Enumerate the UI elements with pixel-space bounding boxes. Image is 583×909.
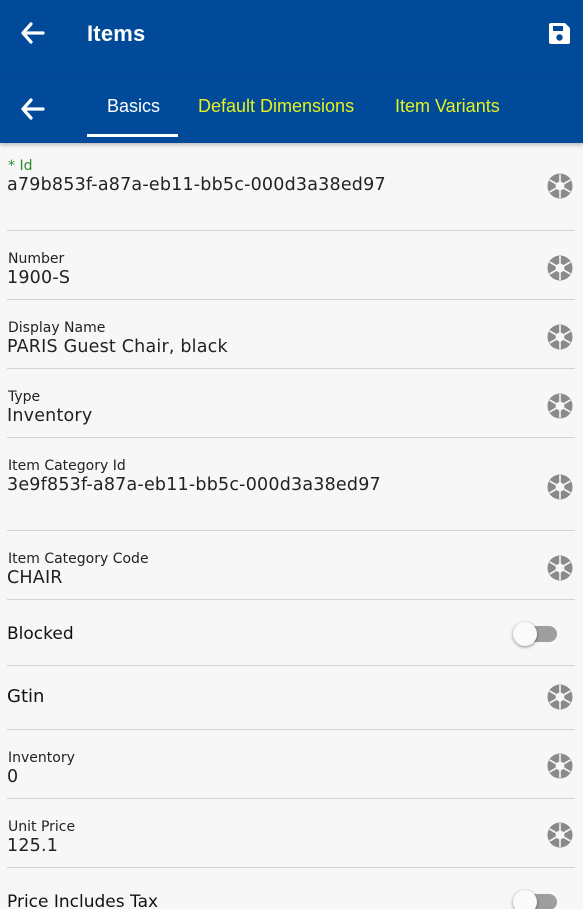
field-inventory: Inventory 0 [7, 730, 575, 799]
toggle-knob [513, 622, 537, 646]
tab-basics[interactable]: Basics [107, 96, 160, 117]
app-bar: Items [0, 0, 583, 73]
toggle-knob [513, 890, 537, 909]
aperture-icon[interactable] [547, 684, 573, 710]
page-title: Items [87, 21, 146, 46]
field-type-value[interactable]: Inventory [7, 406, 92, 426]
field-blocked-label: Blocked [7, 624, 74, 644]
aperture-icon[interactable] [547, 753, 573, 779]
tab-default-dimensions[interactable]: Default Dimensions [198, 96, 354, 117]
field-price-includes-tax-label: Price Includes Tax [7, 892, 159, 909]
aperture-icon[interactable] [547, 822, 573, 848]
field-unit-price: Unit Price 125.1 [7, 799, 575, 868]
field-id-value[interactable]: a79b853f-a87a-eb11-bb5c-000d3a38ed97 [7, 175, 386, 195]
tab-bar: Basics Default Dimensions Item Variants [0, 73, 583, 143]
field-number-label: Number [8, 251, 65, 267]
aperture-icon[interactable] [547, 255, 573, 281]
tab-back-arrow-icon[interactable] [20, 97, 46, 121]
aperture-icon[interactable] [547, 324, 573, 350]
field-gtin-label: Gtin [7, 686, 45, 707]
field-display-name-label: Display Name [8, 320, 106, 336]
field-item-category-code: Item Category Code CHAIR [7, 531, 575, 600]
field-gtin: Gtin [7, 666, 575, 730]
field-type: Type Inventory [7, 369, 575, 438]
field-blocked: Blocked [7, 600, 575, 666]
aperture-icon[interactable] [547, 173, 573, 199]
field-item-category-code-label: Item Category Code [8, 551, 149, 567]
field-number-value[interactable]: 1900-S [7, 268, 70, 288]
save-icon[interactable] [547, 21, 572, 46]
field-inventory-label: Inventory [8, 750, 75, 766]
field-type-label: Type [8, 389, 41, 405]
field-id-label: * Id [8, 158, 33, 174]
aperture-icon[interactable] [547, 393, 573, 419]
field-id: * Id a79b853f-a87a-eb11-bb5c-000d3a38ed9… [7, 143, 575, 231]
app-root: Items Basics Default Dimensions Item Var… [0, 0, 583, 909]
aperture-icon[interactable] [547, 555, 573, 581]
field-inventory-value[interactable]: 0 [7, 767, 18, 787]
tab-item-variants[interactable]: Item Variants [395, 96, 500, 117]
field-display-name: Display Name PARIS Guest Chair, black [7, 300, 575, 369]
field-display-name-value[interactable]: PARIS Guest Chair, black [7, 337, 228, 357]
field-item-category-code-value[interactable]: CHAIR [7, 568, 63, 588]
active-tab-indicator [87, 134, 178, 137]
field-unit-price-value[interactable]: 125.1 [7, 836, 58, 856]
price-includes-tax-toggle[interactable] [509, 888, 561, 909]
field-price-includes-tax: Price Includes Tax [7, 868, 575, 909]
field-number: Number 1900-S [7, 231, 575, 300]
back-arrow-icon[interactable] [20, 21, 46, 45]
field-unit-price-label: Unit Price [8, 819, 76, 835]
field-item-category-id: Item Category Id 3e9f853f-a87a-eb11-bb5c… [7, 438, 575, 531]
field-item-category-id-label: Item Category Id [8, 458, 126, 474]
blocked-toggle[interactable] [509, 620, 561, 648]
field-item-category-id-value[interactable]: 3e9f853f-a87a-eb11-bb5c-000d3a38ed97 [7, 475, 381, 495]
aperture-icon[interactable] [547, 474, 573, 500]
